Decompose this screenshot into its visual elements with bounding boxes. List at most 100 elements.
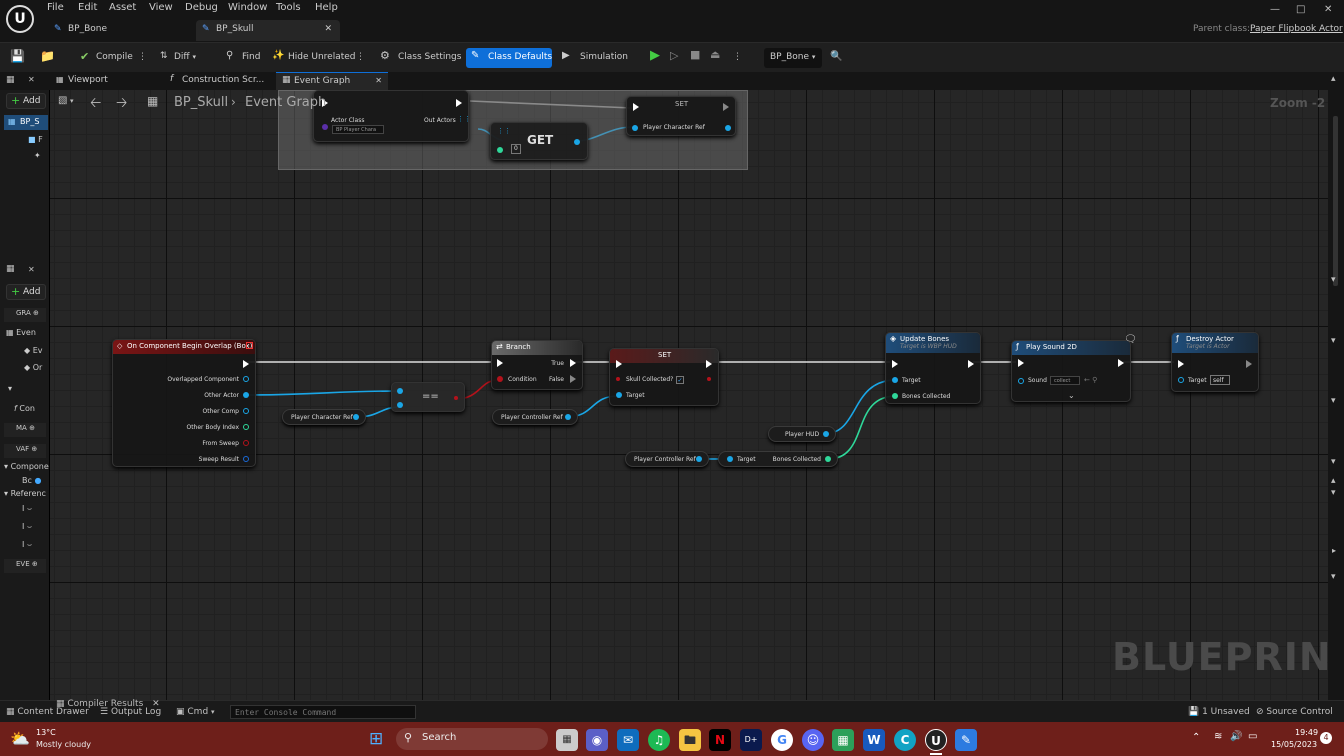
unreal-logo-icon[interactable]: U <box>6 5 34 33</box>
out-actors-pin[interactable]: Out Actors <box>424 117 456 124</box>
exec-in-pin[interactable] <box>1178 360 1184 368</box>
bones-pin-dot[interactable] <box>892 393 898 399</box>
section-event-dispatchers[interactable]: EVE ⊕ <box>4 559 46 573</box>
exec-out-pin[interactable] <box>968 360 974 368</box>
menu-view[interactable]: View <box>149 2 173 13</box>
event-item-1[interactable]: ◆ Ev <box>24 346 43 355</box>
section-graphs[interactable]: GRA ⊕ <box>4 308 46 322</box>
bool-out-pin-dot[interactable] <box>454 396 458 400</box>
tab-event-graph[interactable]: ▦ Event Graph ✕ <box>276 72 388 90</box>
sound-pin[interactable]: Sound <box>1028 377 1047 384</box>
sound-pin-dot[interactable] <box>1018 378 1024 384</box>
reference-variable-3[interactable]: I ⌣ <box>22 540 32 550</box>
compile-options-icon[interactable]: ⋮ <box>138 52 147 62</box>
exec-in-pin[interactable] <box>616 360 622 368</box>
close-icon[interactable]: ✕ <box>375 76 382 85</box>
add-component-button[interactable]: + Add <box>6 93 46 109</box>
player-hud-getter[interactable]: Player HUD <box>768 426 836 442</box>
true-pin[interactable]: True <box>551 360 564 367</box>
on-component-begin-overlap-node[interactable]: ◇ On Component Begin Overlap (Box) Overl… <box>112 339 256 467</box>
section-macros[interactable]: MA ⊕ <box>4 423 46 437</box>
add-member-button[interactable]: + Add <box>6 284 46 300</box>
close-panel-icon[interactable]: ✕ <box>28 265 35 274</box>
weather-icon[interactable]: ⛅ <box>10 729 30 748</box>
bones-collected-getter[interactable]: Target Bones Collected <box>718 451 838 467</box>
menu-debug[interactable]: Debug <box>185 2 218 13</box>
simulation-button[interactable]: ▶ Simulation <box>558 48 634 68</box>
exec-in-pin[interactable] <box>497 359 503 367</box>
get-out-pin-dot[interactable] <box>574 139 580 145</box>
pin-dot[interactable] <box>243 440 249 446</box>
update-bones-node[interactable]: ◈ Update Bones Target is WBP HUD Target … <box>885 332 981 404</box>
menu-edit[interactable]: Edit <box>78 2 97 13</box>
false-pin[interactable]: False <box>549 376 564 383</box>
paint-icon[interactable]: ✎ <box>955 729 977 751</box>
stop-icon[interactable]: ■ <box>690 48 700 61</box>
doc-tab-bp-bone[interactable]: ✎ BP_Bone <box>48 20 188 41</box>
scroll-down-icon-2[interactable]: ▾ <box>1331 336 1336 346</box>
forward-arrow-icon[interactable]: 🡢 <box>116 92 127 116</box>
exec-in-pin[interactable] <box>892 360 898 368</box>
exec-out-pin[interactable] <box>706 360 712 368</box>
browse-icon[interactable]: 📁 <box>40 49 55 63</box>
plus-circle-icon[interactable]: ⊕ <box>29 424 35 432</box>
taskbar-search[interactable]: ⚲ Search <box>396 728 548 750</box>
target-pin-dot[interactable] <box>892 377 898 383</box>
target-self-input[interactable]: self <box>1210 375 1230 385</box>
construction-script-item[interactable]: f Con <box>14 404 35 413</box>
player-controller-ref-getter[interactable]: Player Controller Ref <box>492 409 578 425</box>
b-pin-dot[interactable] <box>397 402 403 408</box>
scroll-down-icon-3[interactable]: ▾ <box>1331 396 1336 406</box>
find-button[interactable]: ⚲ Find <box>222 48 266 68</box>
out-pin-dot[interactable] <box>696 456 702 462</box>
target-pin-dot[interactable] <box>616 392 622 398</box>
section-variables[interactable]: VAF ⊕ <box>4 444 46 458</box>
player-controller-ref-getter-2[interactable]: Player Controller Ref <box>625 451 709 467</box>
target-pin[interactable]: Target <box>626 392 645 399</box>
input-pin-dot[interactable] <box>632 125 638 131</box>
notification-badge[interactable]: 4 <box>1320 732 1332 744</box>
save-icon[interactable]: 💾 <box>10 49 25 63</box>
browse-asset-icon[interactable]: ← ⚲ <box>1084 376 1097 384</box>
spotify-icon[interactable]: ♫ <box>648 729 670 751</box>
plus-circle-icon[interactable]: ⊕ <box>32 560 38 568</box>
photos-icon[interactable]: ▦ <box>832 729 854 751</box>
bool-pin-dot[interactable] <box>616 377 620 381</box>
int-out-pin-dot[interactable] <box>825 456 831 462</box>
menu-asset[interactable]: Asset <box>109 2 136 13</box>
false-exec-pin[interactable] <box>570 375 576 383</box>
event-item-2[interactable]: ◆ Or <box>24 363 42 372</box>
output-pin-dot[interactable] <box>725 125 731 131</box>
pin-dot[interactable] <box>243 376 249 382</box>
volume-icon[interactable]: 🔊 <box>1230 731 1242 742</box>
exec-in-pin[interactable] <box>633 103 639 111</box>
discord-icon[interactable]: ☺ <box>802 729 824 751</box>
close-panel-icon[interactable]: ✕ <box>28 75 35 84</box>
true-exec-pin[interactable] <box>570 359 576 367</box>
doc-tab-bp-skull[interactable]: ✎ BP_Skull ✕ <box>196 20 340 41</box>
exec-out-pin[interactable] <box>1246 360 1252 368</box>
plus-circle-icon[interactable]: ⊕ <box>33 309 39 317</box>
skull-collected-pin[interactable]: Skull Collected? <box>626 376 673 383</box>
eject-icon[interactable]: ⏏ <box>710 48 720 61</box>
play-sound-2d-node[interactable]: ƒ Play Sound 2D Sound collect ← ⚲ ⌄ <box>1011 340 1131 402</box>
parent-class-link[interactable]: Paper Flipbook Actor <box>1250 24 1343 34</box>
scroll-down-icon-4[interactable]: ▾ <box>1331 457 1336 467</box>
more-options-icon[interactable]: ⋮ <box>356 52 365 62</box>
unsaved-indicator[interactable]: 💾 1 Unsaved <box>1188 707 1250 717</box>
expand-chevron-icon[interactable]: ⌄ <box>1068 391 1075 400</box>
out-pin-dot[interactable] <box>823 431 829 437</box>
wifi-icon[interactable]: ≋ <box>1214 731 1222 742</box>
word-icon[interactable]: W <box>863 729 885 751</box>
cortana-icon[interactable]: C <box>894 729 916 751</box>
scroll-up-icon[interactable]: ▴ <box>1331 74 1336 84</box>
eye-icon[interactable]: ⌣ <box>27 522 32 531</box>
event-graph-item[interactable]: ▦ Even <box>6 328 36 337</box>
disney-plus-icon[interactable]: D+ <box>740 729 762 751</box>
unreal-engine-icon[interactable]: U <box>925 729 947 751</box>
hide-unrelated-button[interactable]: ✨ Hide Unrelated <box>268 48 362 68</box>
graph-hierarchy-icon[interactable]: ▦ <box>147 94 158 108</box>
set-skull-collected-node[interactable]: SET Skull Collected? ✓ Target <box>609 348 719 406</box>
player-character-ref-pin[interactable]: Player Character Ref <box>643 124 705 131</box>
component-variable[interactable]: Bc ● <box>22 476 41 485</box>
